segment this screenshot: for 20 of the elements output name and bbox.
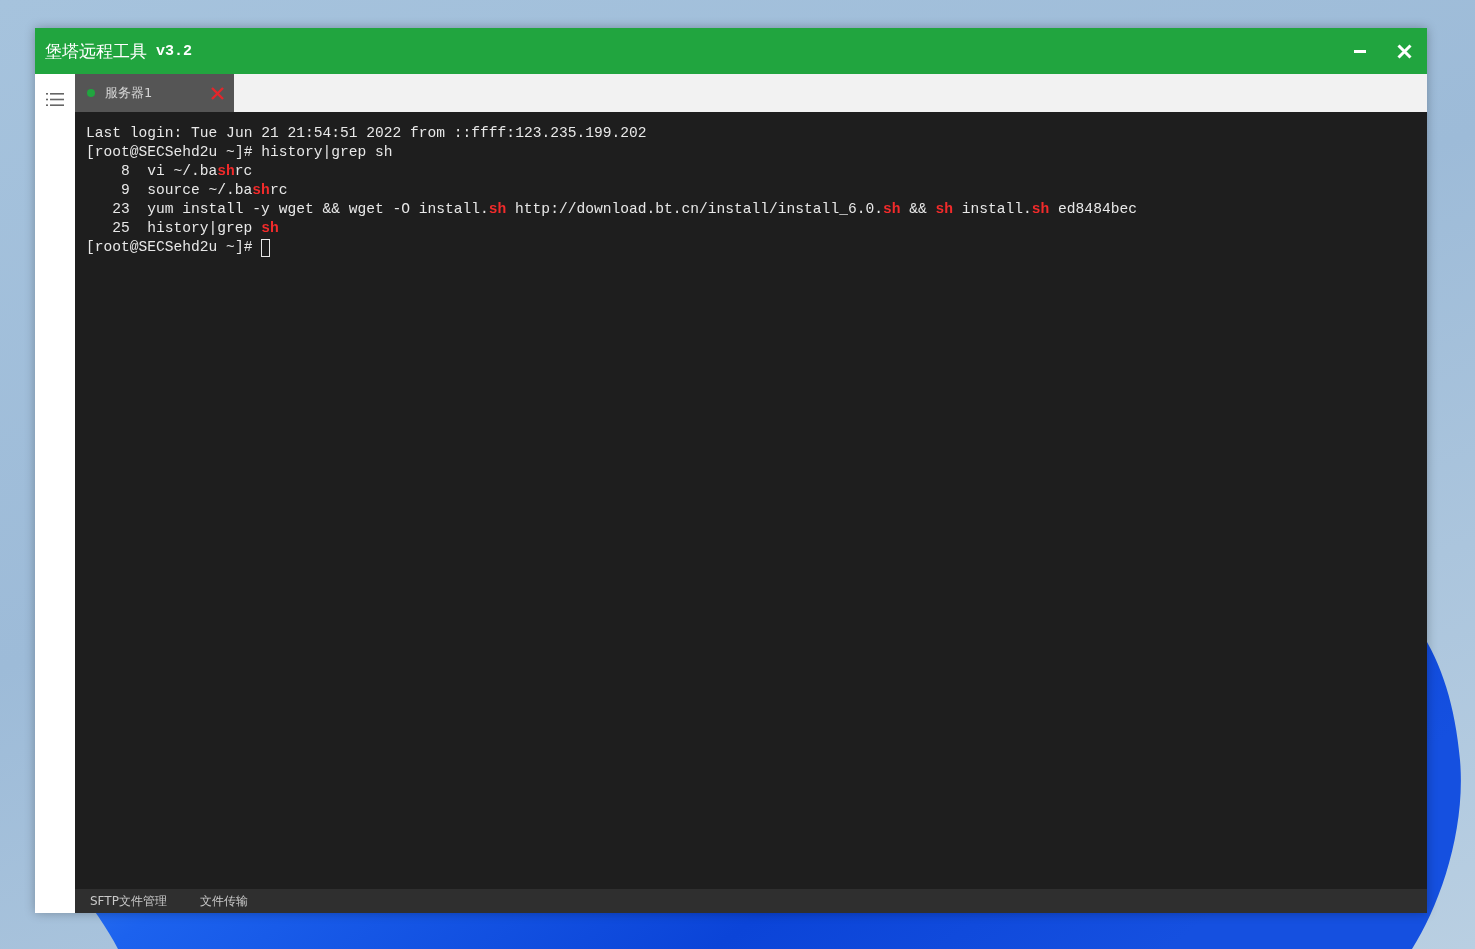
- history-number: 25: [111, 219, 130, 238]
- footer-button[interactable]: SFTP文件管理: [90, 893, 167, 909]
- terminal-line: [root@SECSehd2u ~]#: [86, 238, 253, 257]
- version-label: v3.2: [156, 42, 192, 60]
- terminal-line: [root@SECSehd2u ~]# history|grep sh: [86, 143, 393, 162]
- history-number: 9: [120, 181, 130, 200]
- history-number: 8: [120, 162, 130, 181]
- terminal-line: yum install -y wget && wget -O install.sh http://download.bt.cn/install/install_6.0.sh && sh install.sh ed8484bec: [147, 200, 1137, 219]
- tab[interactable]: 服务器1: [75, 74, 234, 112]
- terminal-line: Last login: Tue Jun 21 21:54:51 2022 from ::ffff:123.235.199.202: [86, 124, 647, 143]
- terminal-line: source ~/.bashrc: [147, 181, 288, 200]
- close-icon: [1396, 43, 1412, 59]
- menu-icon: [46, 92, 64, 106]
- minimize-icon: [1354, 49, 1366, 53]
- terminal-line: vi ~/.bashrc: [147, 162, 253, 181]
- footer-button[interactable]: 文件传输: [199, 893, 248, 909]
- terminal-line: history|grep sh: [147, 219, 279, 238]
- history-number: 23: [111, 200, 130, 219]
- close-tab-icon[interactable]: [211, 86, 224, 100]
- window-title: 堡塔远程工具: [45, 39, 147, 63]
